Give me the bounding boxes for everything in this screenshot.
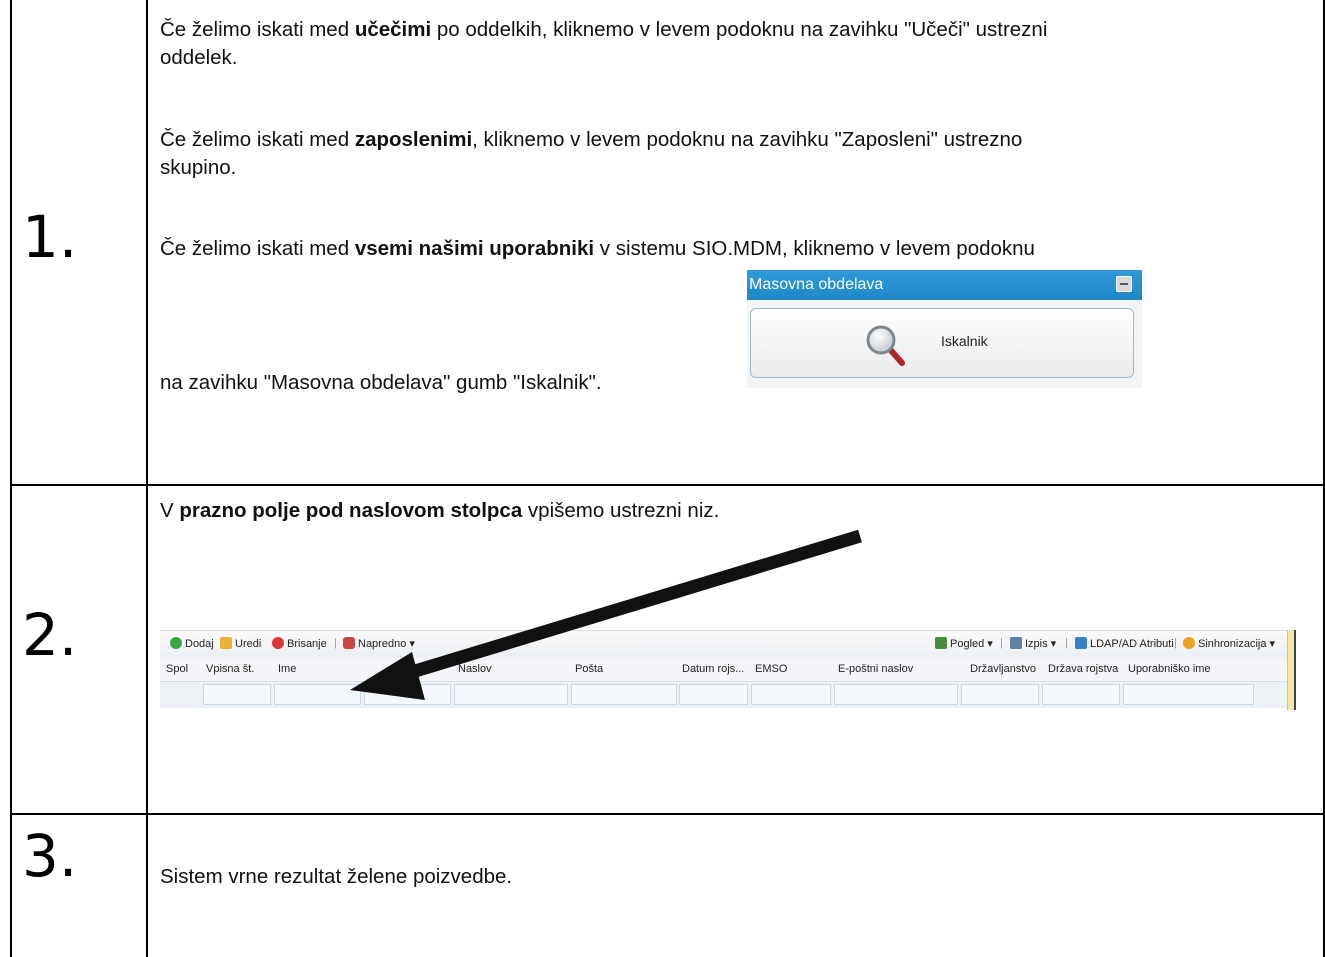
step-number: 3. [22, 822, 78, 890]
text: Sistem vrne rezultat želene poizvedbe. [160, 865, 513, 888]
pointer-arrow-icon [350, 529, 862, 700]
instruction-table: 1. Če želimo iskati med učečimi po oddel… [0, 0, 1325, 957]
instruction-paragraph: Sistem vrne rezultat želene poizvedbe. [160, 863, 1260, 891]
